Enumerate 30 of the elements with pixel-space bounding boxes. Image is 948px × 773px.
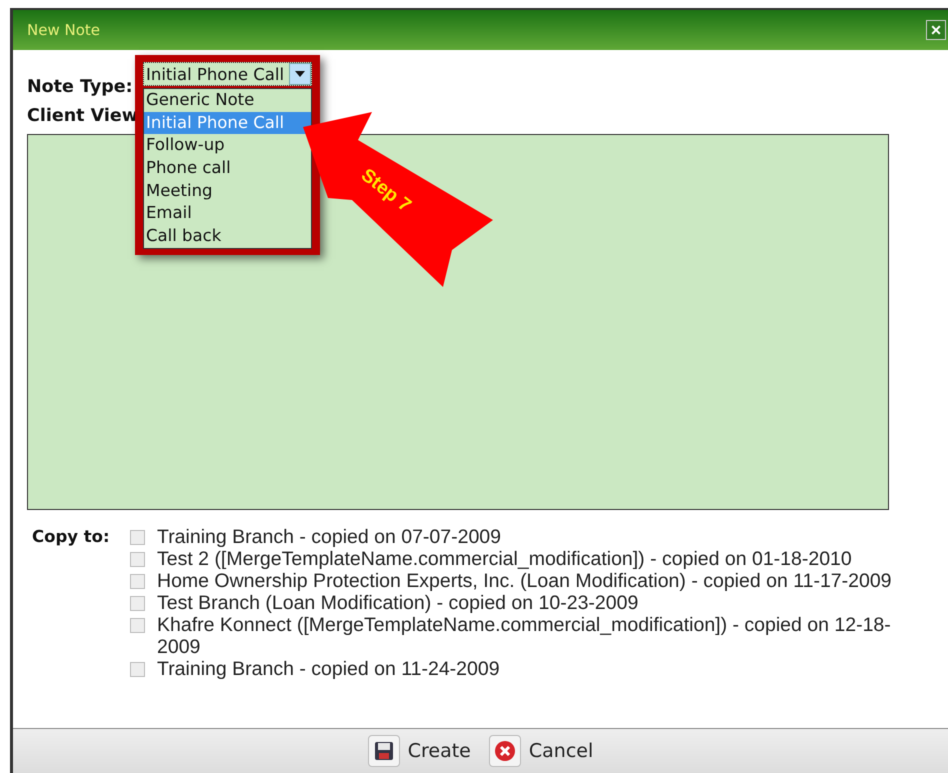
checkbox-label: Training Branch - copied on 07-07-2009 (157, 526, 501, 548)
text-area[interactable] (27, 134, 889, 510)
checkbox[interactable] (130, 530, 145, 545)
caret-icon (289, 63, 311, 85)
dropdown-option[interactable]: Meeting (144, 180, 311, 202)
select-field[interactable]: Initial Phone Call (143, 62, 312, 86)
dropdown-option[interactable]: Email (144, 202, 311, 226)
checkbox[interactable] (130, 596, 145, 611)
checkbox-label: Test 2 ([MergeTemplateName.commercial_modification]) - copied on 01-18-2010 (157, 548, 852, 570)
checkbox-label: Home Ownership Protection Experts, Inc. (Loan Modification) - copied on 11-17-2009 (157, 570, 892, 592)
checkbox-label: Khafre Konnect ([MergeTemplateName.commercial_modification]) - copied on 12-18-2009 (157, 614, 892, 658)
checkbox[interactable] (130, 618, 145, 633)
cancel-button[interactable]: Cancel (484, 735, 598, 767)
close-button[interactable]: × (926, 20, 946, 40)
callout-text: Step 7 (356, 164, 415, 218)
checkbox[interactable] (130, 574, 145, 589)
field-label: Client View (27, 106, 138, 126)
checkbox[interactable] (130, 662, 145, 677)
save-button[interactable]: Create (364, 735, 475, 767)
dropdown-option[interactable]: Follow-up (144, 134, 311, 158)
dropdown-option[interactable]: Phone call (144, 157, 311, 180)
window-title: New Note (27, 21, 100, 39)
field-label: Copy to: (32, 526, 111, 548)
checkbox-label: Training Branch - copied on 11-24-2009 (157, 658, 500, 680)
checkbox[interactable] (130, 552, 145, 567)
field-label: Note Type: (27, 77, 133, 97)
checkbox-label: Test Branch (Loan Modification) - copied on 10-23-2009 (157, 592, 638, 614)
dropdown-option[interactable]: Call back (144, 225, 311, 248)
cancel-icon (488, 735, 521, 767)
dropdown-option[interactable]: Generic Note (144, 89, 311, 112)
